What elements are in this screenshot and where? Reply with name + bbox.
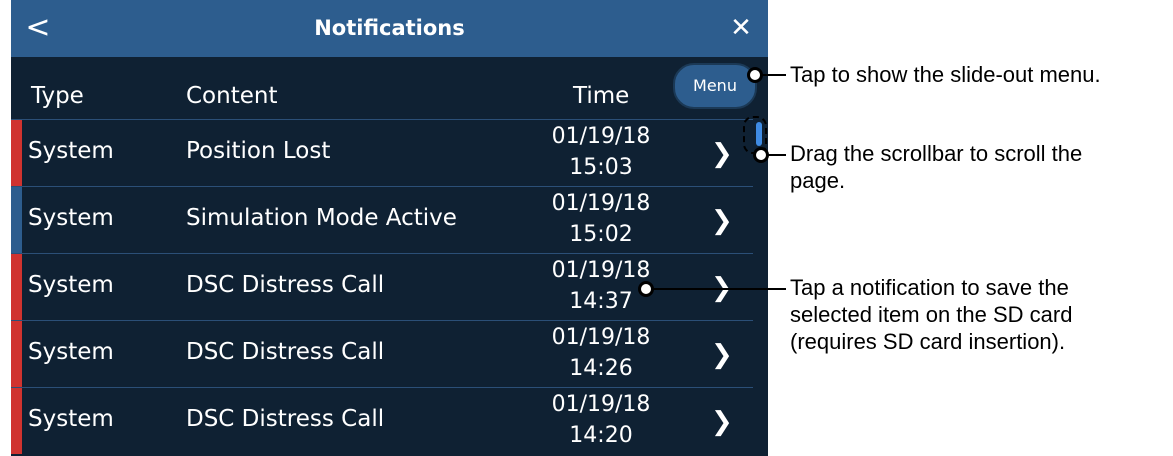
- chevron-right-icon[interactable]: ❯: [711, 139, 733, 169]
- page-title: Notifications: [314, 16, 465, 40]
- notification-time: 15:03: [569, 155, 633, 180]
- notification-time: 14:26: [569, 356, 633, 381]
- list-item[interactable]: System Simulation Mode Active 01/19/18 1…: [11, 186, 753, 253]
- notification-date: 01/19/18: [551, 258, 651, 283]
- chevron-right-icon[interactable]: ❯: [711, 340, 733, 370]
- chevron-right-icon[interactable]: ❯: [711, 206, 733, 236]
- menu-callout-text: Tap to show the slide-out menu.: [790, 62, 1101, 87]
- title-bar: < Notifications ✕: [11, 0, 768, 57]
- notification-type: System: [28, 205, 114, 231]
- menu-button[interactable]: Menu: [673, 63, 757, 109]
- notification-type: System: [28, 272, 114, 298]
- priority-strip: [11, 254, 22, 320]
- notification-callout-dot: [638, 281, 654, 297]
- notification-content: DSC Distress Call: [186, 339, 385, 365]
- notification-time: 15:02: [569, 222, 633, 247]
- notifications-screen: < Notifications ✕ Type Content Time Menu…: [11, 0, 768, 456]
- scrollbar-callout-text-2: page.: [790, 168, 846, 193]
- scrollbar-callout-dot: [753, 147, 769, 163]
- chevron-right-icon[interactable]: ❯: [711, 407, 733, 437]
- notification-content: DSC Distress Call: [186, 272, 385, 298]
- notification-type: System: [28, 138, 114, 164]
- header-time: Time: [573, 83, 630, 109]
- notification-time: 14:20: [569, 423, 633, 448]
- notification-date: 01/19/18: [551, 325, 651, 350]
- notification-callout-line: [647, 288, 786, 290]
- menu-callout-dot: [747, 67, 763, 83]
- header-type: Type: [31, 83, 84, 109]
- notification-date: 01/19/18: [551, 124, 651, 149]
- notification-content: Simulation Mode Active: [186, 205, 457, 231]
- close-icon[interactable]: ✕: [724, 11, 758, 45]
- priority-strip: [11, 388, 22, 454]
- notification-content: Position Lost: [186, 138, 331, 164]
- notification-callout-text-3: (requires SD card insertion).: [790, 329, 1066, 354]
- priority-strip: [11, 321, 22, 387]
- notification-date: 01/19/18: [551, 191, 651, 216]
- list-item[interactable]: System Position Lost 01/19/18 15:03 ❯: [11, 119, 753, 186]
- notification-callout-text-2: selected item on the SD card: [790, 302, 1073, 327]
- list-item[interactable]: System DSC Distress Call 01/19/18 14:26 …: [11, 320, 753, 387]
- priority-strip: [11, 120, 22, 186]
- list-item[interactable]: System DSC Distress Call 01/19/18 14:20 …: [11, 387, 753, 454]
- notification-type: System: [28, 339, 114, 365]
- scrollbar-callout-text-1: Drag the scrollbar to scroll the: [790, 141, 1083, 166]
- notification-type: System: [28, 406, 114, 432]
- notification-callout-text-1: Tap a notification to save the: [790, 275, 1069, 300]
- priority-strip: [11, 187, 22, 253]
- header-content: Content: [186, 83, 278, 109]
- notification-content: DSC Distress Call: [186, 406, 385, 432]
- notification-date: 01/19/18: [551, 392, 651, 417]
- table-header: Type Content Time: [11, 57, 768, 119]
